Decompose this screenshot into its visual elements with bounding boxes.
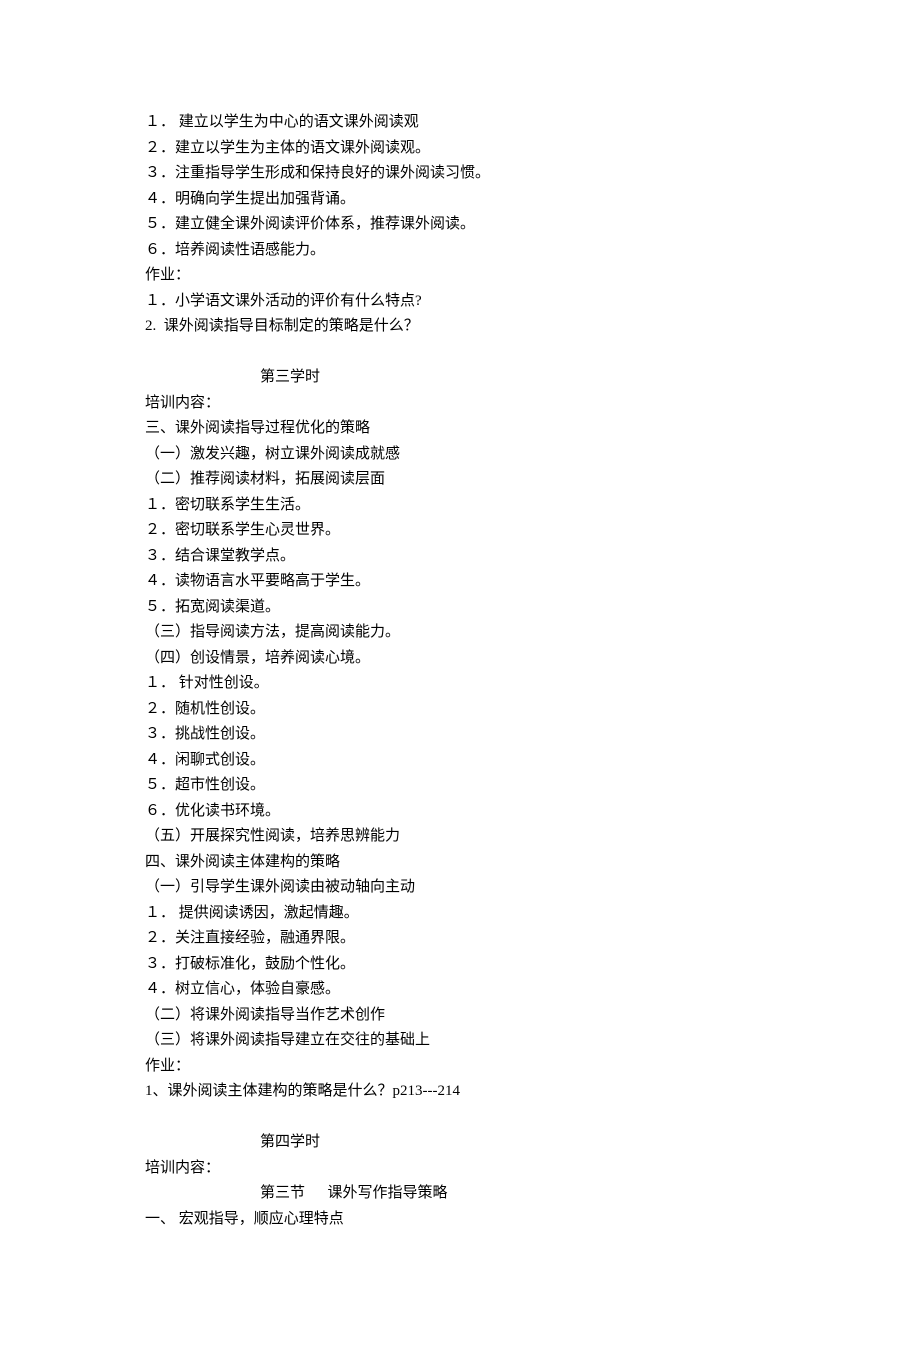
body-line: ４．明确向学生提出加强背诵。 bbox=[145, 187, 775, 213]
blank-line bbox=[145, 1105, 775, 1131]
body-line: （二）将课外阅读指导当作艺术创作 bbox=[145, 1003, 775, 1029]
body-line: １．小学语文课外活动的评价有什么特点? bbox=[145, 289, 775, 315]
section-heading: 第三学时 bbox=[145, 365, 775, 391]
body-line: 1、课外阅读主体建构的策略是什么？p213---214 bbox=[145, 1079, 775, 1105]
body-line: 培训内容： bbox=[145, 1156, 775, 1182]
body-line: 2. 课外阅读指导目标制定的策略是什么？ bbox=[145, 314, 775, 340]
section-heading: 第四学时 bbox=[145, 1130, 775, 1156]
body-line: １． 建立以学生为中心的语文课外阅读观 bbox=[145, 110, 775, 136]
body-line: 作业： bbox=[145, 1054, 775, 1080]
subsection-heading: 第三节 课外写作指导策略 bbox=[145, 1181, 775, 1207]
body-line: １． 提供阅读诱因，激起情趣。 bbox=[145, 901, 775, 927]
body-line: 一、 宏观指导，顺应心理特点 bbox=[145, 1207, 775, 1233]
body-line: ６．优化读书环境。 bbox=[145, 799, 775, 825]
body-line: ２．随机性创设。 bbox=[145, 697, 775, 723]
body-line: ６．培养阅读性语感能力。 bbox=[145, 238, 775, 264]
body-line: （五）开展探究性阅读，培养思辨能力 bbox=[145, 824, 775, 850]
body-line: （四）创设情景，培养阅读心境。 bbox=[145, 646, 775, 672]
body-line: ３．挑战性创设。 bbox=[145, 722, 775, 748]
body-line: ５．拓宽阅读渠道。 bbox=[145, 595, 775, 621]
body-line: １．密切联系学生生活。 bbox=[145, 493, 775, 519]
body-line: 作业： bbox=[145, 263, 775, 289]
body-line: ３．打破标准化，鼓励个性化。 bbox=[145, 952, 775, 978]
body-line: （三）将课外阅读指导建立在交往的基础上 bbox=[145, 1028, 775, 1054]
body-line: ３．注重指导学生形成和保持良好的课外阅读习惯。 bbox=[145, 161, 775, 187]
body-line: ２．关注直接经验，融通界限。 bbox=[145, 926, 775, 952]
body-line: ５．超市性创设。 bbox=[145, 773, 775, 799]
body-line: 四、课外阅读主体建构的策略 bbox=[145, 850, 775, 876]
body-line: ４．闲聊式创设。 bbox=[145, 748, 775, 774]
body-line: ４．读物语言水平要略高于学生。 bbox=[145, 569, 775, 595]
body-line: ２．建立以学生为主体的语文课外阅读观。 bbox=[145, 136, 775, 162]
blank-line bbox=[145, 340, 775, 366]
body-line: （一）引导学生课外阅读由被动轴向主动 bbox=[145, 875, 775, 901]
body-line: （三）指导阅读方法，提高阅读能力。 bbox=[145, 620, 775, 646]
body-line: 培训内容： bbox=[145, 391, 775, 417]
body-line: （一）激发兴趣，树立课外阅读成就感 bbox=[145, 442, 775, 468]
body-line: ５．建立健全课外阅读评价体系，推荐课外阅读。 bbox=[145, 212, 775, 238]
body-line: ３．结合课堂教学点。 bbox=[145, 544, 775, 570]
body-line: １． 针对性创设。 bbox=[145, 671, 775, 697]
body-line: ２．密切联系学生心灵世界。 bbox=[145, 518, 775, 544]
document-page: １． 建立以学生为中心的语文课外阅读观２．建立以学生为主体的语文课外阅读观。３．… bbox=[0, 0, 920, 1352]
body-line: ４．树立信心，体验自豪感。 bbox=[145, 977, 775, 1003]
body-line: 三、课外阅读指导过程优化的策略 bbox=[145, 416, 775, 442]
body-line: （二）推荐阅读材料，拓展阅读层面 bbox=[145, 467, 775, 493]
